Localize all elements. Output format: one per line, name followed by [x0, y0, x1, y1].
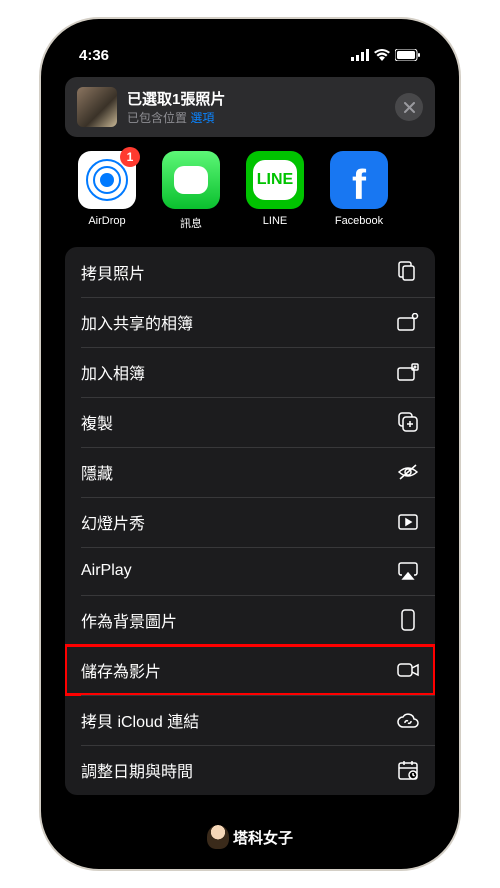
- action-duplicate[interactable]: 複製: [65, 397, 435, 447]
- header-title: 已選取1張照片: [127, 88, 385, 109]
- copy-icon: [397, 261, 419, 283]
- action-label: 複製: [81, 410, 113, 434]
- hide-icon: [397, 461, 419, 483]
- action-copy-photo[interactable]: 拷貝照片: [65, 247, 435, 297]
- battery-icon: [395, 49, 421, 61]
- duplicate-icon: [397, 411, 419, 433]
- cloud-icon: [397, 709, 419, 731]
- share-header: 已選取1張照片 已包含位置 選項: [65, 77, 435, 137]
- action-label: 儲存為影片: [81, 658, 161, 682]
- apps-row[interactable]: 1 AirDrop 訊息 LINE LINE: [65, 151, 435, 247]
- photo-thumbnail[interactable]: [77, 87, 117, 127]
- play-icon: [397, 511, 419, 533]
- action-label: 幻燈片秀: [81, 510, 145, 534]
- action-hide[interactable]: 隱藏: [65, 447, 435, 497]
- watermark-text: 塔科女子: [233, 827, 293, 848]
- action-label: 加入相簿: [81, 360, 145, 384]
- airplay-icon: [397, 560, 419, 582]
- action-adjust-date[interactable]: 調整日期與時間: [65, 745, 435, 795]
- location-included-label: 已包含位置: [127, 111, 187, 125]
- action-save-as-video[interactable]: 儲存為影片: [65, 645, 435, 695]
- action-label: 拷貝照片: [81, 260, 145, 284]
- app-line[interactable]: LINE LINE: [243, 151, 307, 231]
- header-subtitle: 已包含位置 選項: [127, 109, 385, 126]
- airdrop-icon: 1: [78, 151, 136, 209]
- app-label: AirDrop: [88, 215, 125, 227]
- status-right: [351, 49, 421, 61]
- watermark: 塔科女子: [207, 825, 293, 849]
- header-text: 已選取1張照片 已包含位置 選項: [127, 88, 385, 126]
- messages-icon: [162, 151, 220, 209]
- app-label: 訊息: [180, 215, 202, 231]
- album-icon: [397, 361, 419, 383]
- action-copy-icloud-link[interactable]: 拷貝 iCloud 連結: [65, 695, 435, 745]
- watermark-icon: [207, 825, 229, 849]
- close-icon: [404, 102, 415, 113]
- action-label: 調整日期與時間: [81, 758, 193, 782]
- action-label: 拷貝 iCloud 連結: [81, 708, 199, 732]
- app-facebook[interactable]: f Facebook: [327, 151, 391, 231]
- line-icon: LINE: [246, 151, 304, 209]
- screen: 4:36 已選取1張照片 已包含位置 選項: [55, 33, 445, 855]
- app-messages[interactable]: 訊息: [159, 151, 223, 231]
- action-label: 加入共享的相簿: [81, 310, 193, 334]
- facebook-icon: f: [330, 151, 388, 209]
- wifi-icon: [374, 49, 390, 61]
- phone-frame: 4:36 已選取1張照片 已包含位置 選項: [41, 19, 459, 869]
- wallpaper-icon: [397, 609, 419, 631]
- action-wallpaper[interactable]: 作為背景圖片: [65, 595, 435, 645]
- action-label: AirPlay: [81, 562, 132, 580]
- action-add-album[interactable]: 加入相簿: [65, 347, 435, 397]
- action-slideshow[interactable]: 幻燈片秀: [65, 497, 435, 547]
- action-label: 作為背景圖片: [81, 608, 177, 632]
- share-sheet: 已選取1張照片 已包含位置 選項 1 AirDrop: [55, 77, 445, 795]
- action-airplay[interactable]: AirPlay: [65, 547, 435, 595]
- close-button[interactable]: [395, 93, 423, 121]
- action-list: 拷貝照片 加入共享的相簿 加入相簿 複製 隱藏: [65, 247, 435, 795]
- options-link[interactable]: 選項: [190, 111, 214, 125]
- calendar-icon: [397, 759, 419, 781]
- signal-icon: [351, 49, 369, 61]
- app-label: Facebook: [335, 215, 383, 227]
- badge: 1: [120, 147, 140, 167]
- notch: [160, 33, 340, 61]
- video-icon: [397, 659, 419, 681]
- app-airdrop[interactable]: 1 AirDrop: [75, 151, 139, 231]
- action-shared-album[interactable]: 加入共享的相簿: [65, 297, 435, 347]
- action-label: 隱藏: [81, 460, 113, 484]
- status-time: 4:36: [79, 47, 109, 64]
- shared-album-icon: [397, 311, 419, 333]
- app-label: LINE: [263, 215, 287, 227]
